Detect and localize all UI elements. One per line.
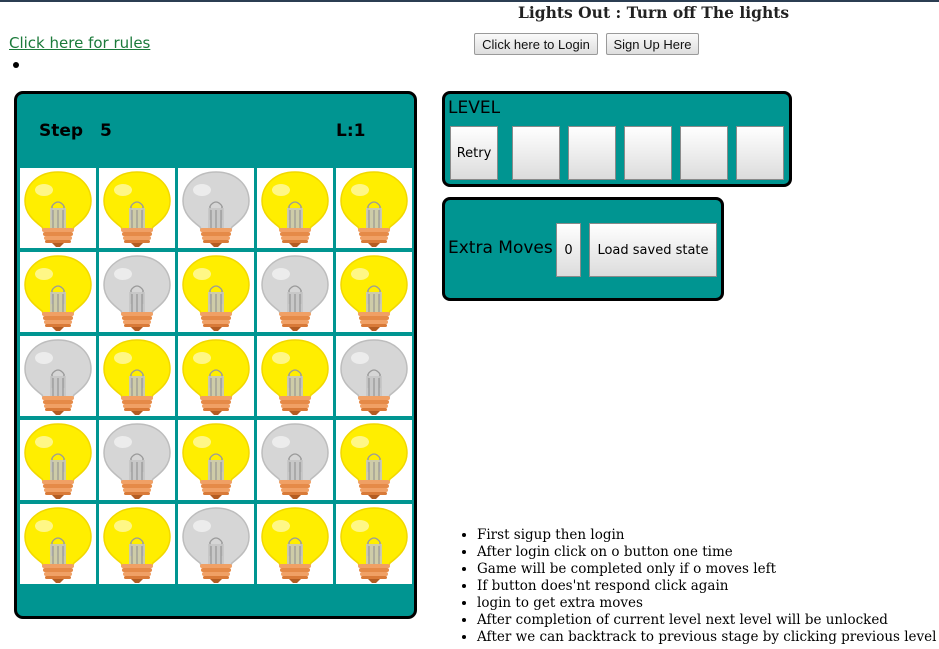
lightbulb-on-icon bbox=[20, 168, 96, 248]
lightbulb-off-icon bbox=[20, 336, 96, 416]
level-panel-title: LEVEL bbox=[448, 98, 501, 118]
bulb-cell-r3-c3[interactable] bbox=[178, 336, 254, 416]
lightbulb-on-icon bbox=[178, 420, 254, 500]
bulb-cell-r2-c5[interactable] bbox=[336, 252, 412, 332]
bulb-grid bbox=[20, 168, 412, 586]
lightbulb-on-icon bbox=[20, 420, 96, 500]
bulb-cell-r1-c2[interactable] bbox=[99, 168, 175, 248]
bulb-cell-r2-c1[interactable] bbox=[20, 252, 96, 332]
login-button[interactable]: Click here to Login bbox=[474, 33, 598, 55]
bulb-cell-r4-c5[interactable] bbox=[336, 420, 412, 500]
level-button-2[interactable] bbox=[512, 126, 560, 180]
extra-moves-label: Extra Moves bbox=[448, 238, 553, 258]
page-title: Lights Out : Turn off The lights bbox=[518, 3, 790, 22]
rules-list: First sigup then loginAfter login click … bbox=[457, 527, 936, 646]
level-button-3[interactable] bbox=[568, 126, 616, 180]
rule-item: After we can backtrack to previous stage… bbox=[477, 629, 936, 646]
game-board: Step 5 L:1 bbox=[14, 91, 417, 619]
level-panel: LEVEL Retry bbox=[442, 91, 792, 187]
level-button-5[interactable] bbox=[680, 126, 728, 180]
lightbulb-on-icon bbox=[99, 336, 175, 416]
extra-moves-panel: Extra Moves 0 Load saved state bbox=[442, 197, 724, 301]
step-label: Step bbox=[39, 121, 84, 141]
lightbulb-on-icon bbox=[257, 336, 333, 416]
bulb-cell-r1-c4[interactable] bbox=[257, 168, 333, 248]
level-indicator: L:1 bbox=[336, 121, 366, 141]
lightbulb-on-icon bbox=[336, 504, 412, 584]
lightbulb-on-icon bbox=[20, 252, 96, 332]
lightbulb-off-icon bbox=[99, 252, 175, 332]
level-button-4[interactable] bbox=[624, 126, 672, 180]
lightbulb-on-icon bbox=[336, 252, 412, 332]
bulb-cell-r4-c1[interactable] bbox=[20, 420, 96, 500]
rule-item: Game will be completed only if o moves l… bbox=[477, 561, 936, 578]
level-button-6[interactable] bbox=[736, 126, 784, 180]
bulb-cell-r1-c3[interactable] bbox=[178, 168, 254, 248]
bulb-cell-r2-c2[interactable] bbox=[99, 252, 175, 332]
lightbulb-off-icon bbox=[257, 252, 333, 332]
lightbulb-off-icon bbox=[178, 504, 254, 584]
bulb-cell-r5-c1[interactable] bbox=[20, 504, 96, 584]
bulb-cell-r4-c3[interactable] bbox=[178, 420, 254, 500]
bulb-cell-r3-c2[interactable] bbox=[99, 336, 175, 416]
lightbulb-on-icon bbox=[257, 168, 333, 248]
signup-button[interactable]: Sign Up Here bbox=[606, 33, 699, 55]
bulb-cell-r5-c4[interactable] bbox=[257, 504, 333, 584]
rule-item: If button does'nt respond click again bbox=[477, 578, 936, 595]
retry-button[interactable]: Retry bbox=[450, 126, 498, 180]
lightbulb-on-icon bbox=[99, 504, 175, 584]
bulb-cell-r5-c3[interactable] bbox=[178, 504, 254, 584]
bulb-cell-r2-c4[interactable] bbox=[257, 252, 333, 332]
lightbulb-on-icon bbox=[178, 252, 254, 332]
top-border bbox=[0, 0, 939, 2]
lightbulb-on-icon bbox=[178, 336, 254, 416]
bulb-cell-r4-c2[interactable] bbox=[99, 420, 175, 500]
load-saved-state-button[interactable]: Load saved state bbox=[589, 223, 717, 277]
empty-list-bullet bbox=[13, 62, 19, 68]
lightbulb-off-icon bbox=[257, 420, 333, 500]
extra-moves-count-button[interactable]: 0 bbox=[556, 223, 581, 277]
bulb-cell-r1-c5[interactable] bbox=[336, 168, 412, 248]
rules-link[interactable]: Click here for rules bbox=[9, 34, 150, 52]
lightbulb-on-icon bbox=[336, 168, 412, 248]
rule-item: login to get extra moves bbox=[477, 595, 936, 612]
lightbulb-off-icon bbox=[336, 336, 412, 416]
bulb-cell-r5-c2[interactable] bbox=[99, 504, 175, 584]
rule-item: After login click on o button one time bbox=[477, 544, 936, 561]
lightbulb-on-icon bbox=[336, 420, 412, 500]
lightbulb-off-icon bbox=[178, 168, 254, 248]
bulb-cell-r3-c1[interactable] bbox=[20, 336, 96, 416]
step-counter: 5 bbox=[100, 121, 112, 141]
lightbulb-on-icon bbox=[99, 168, 175, 248]
lightbulb-off-icon bbox=[99, 420, 175, 500]
lightbulb-on-icon bbox=[20, 504, 96, 584]
bulb-cell-r4-c4[interactable] bbox=[257, 420, 333, 500]
bulb-cell-r3-c5[interactable] bbox=[336, 336, 412, 416]
rule-item: After completion of current level next l… bbox=[477, 612, 936, 629]
bulb-cell-r3-c4[interactable] bbox=[257, 336, 333, 416]
bulb-cell-r1-c1[interactable] bbox=[20, 168, 96, 248]
lightbulb-on-icon bbox=[257, 504, 333, 584]
bulb-cell-r5-c5[interactable] bbox=[336, 504, 412, 584]
bulb-cell-r2-c3[interactable] bbox=[178, 252, 254, 332]
rule-item: First sigup then login bbox=[477, 527, 936, 544]
